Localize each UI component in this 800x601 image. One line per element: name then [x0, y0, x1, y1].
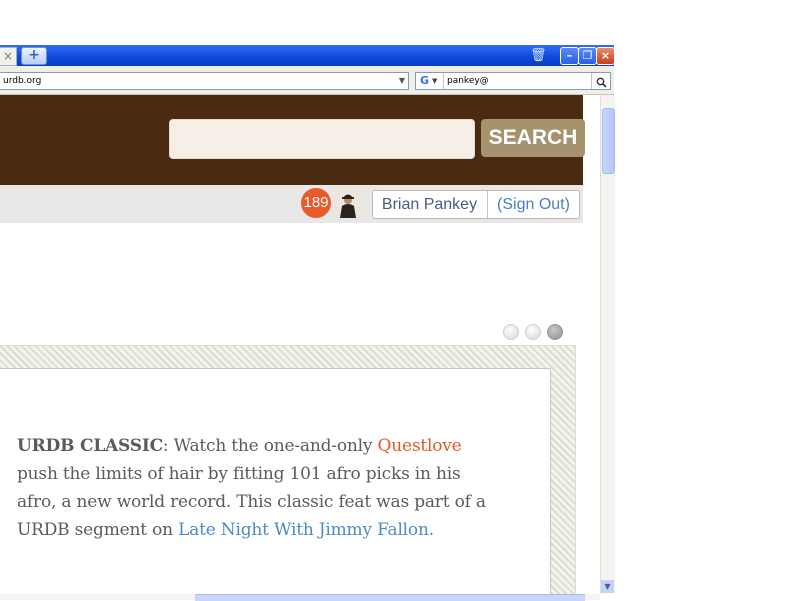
chevron-down-icon[interactable]: ▼	[432, 74, 437, 88]
feature-label: URDB CLASSIC	[17, 436, 163, 456]
close-window-button[interactable]: ×	[596, 47, 615, 65]
minimize-button[interactable]: –	[560, 47, 579, 65]
user-menu: Brian Pankey (Sign Out)	[372, 190, 580, 219]
page-viewport: SEARCH 189 Brian Pankey (Sign Out) URDB …	[0, 95, 600, 596]
navigation-toolbar: urdb.org ▼ G ▼ pankey@	[0, 66, 614, 95]
search-icon[interactable]	[591, 73, 610, 89]
tab-close-button[interactable]: ×	[0, 47, 17, 66]
feature-text-1: : Watch the one-and-only	[162, 436, 378, 456]
browser-search-box[interactable]: G ▼ pankey@	[415, 72, 611, 90]
avatar[interactable]	[334, 188, 362, 218]
tab-strip: × + 🗑 – ❐ ×	[0, 45, 615, 66]
carousel-dot-1[interactable]	[503, 324, 519, 340]
notification-badge[interactable]: 189	[301, 188, 331, 218]
feature-panel: URDB CLASSIC: Watch the one-and-only Que…	[0, 345, 576, 596]
chevron-down-icon[interactable]: ▼	[396, 73, 408, 89]
late-night-link[interactable]: Late Night With Jimmy Fallon	[178, 520, 429, 540]
address-text[interactable]: urdb.org	[3, 74, 41, 88]
site-header: SEARCH	[0, 95, 585, 185]
site-search-input[interactable]	[169, 119, 475, 159]
scroll-down-arrow-icon[interactable]: ▼	[601, 580, 614, 593]
address-bar[interactable]: urdb.org ▼	[0, 72, 409, 90]
recently-closed-tabs-icon[interactable]: 🗑	[530, 47, 547, 64]
carousel-dot-2[interactable]	[525, 324, 541, 340]
feature-card: URDB CLASSIC: Watch the one-and-only Que…	[0, 368, 551, 596]
new-tab-button[interactable]: +	[21, 47, 47, 65]
horizontal-scrollbar[interactable]	[0, 594, 600, 601]
divider	[443, 73, 444, 89]
vertical-scrollbar[interactable]: ▼	[600, 95, 615, 593]
carousel-dots	[503, 324, 563, 340]
maximize-button[interactable]: ❐	[578, 47, 597, 65]
carousel-dot-3[interactable]	[547, 324, 563, 340]
feature-text-3: .	[428, 520, 434, 540]
search-button[interactable]: SEARCH	[481, 119, 585, 157]
browser-search-input[interactable]: pankey@	[447, 74, 489, 88]
vertical-scroll-thumb[interactable]	[602, 108, 615, 174]
questlove-link[interactable]: Questlove	[377, 436, 461, 456]
feature-description: URDB CLASSIC: Watch the one-and-only Que…	[17, 432, 487, 544]
user-name-link[interactable]: Brian Pankey	[373, 191, 486, 218]
google-icon[interactable]: G	[418, 74, 431, 87]
sign-out-link[interactable]: (Sign Out)	[488, 191, 579, 218]
